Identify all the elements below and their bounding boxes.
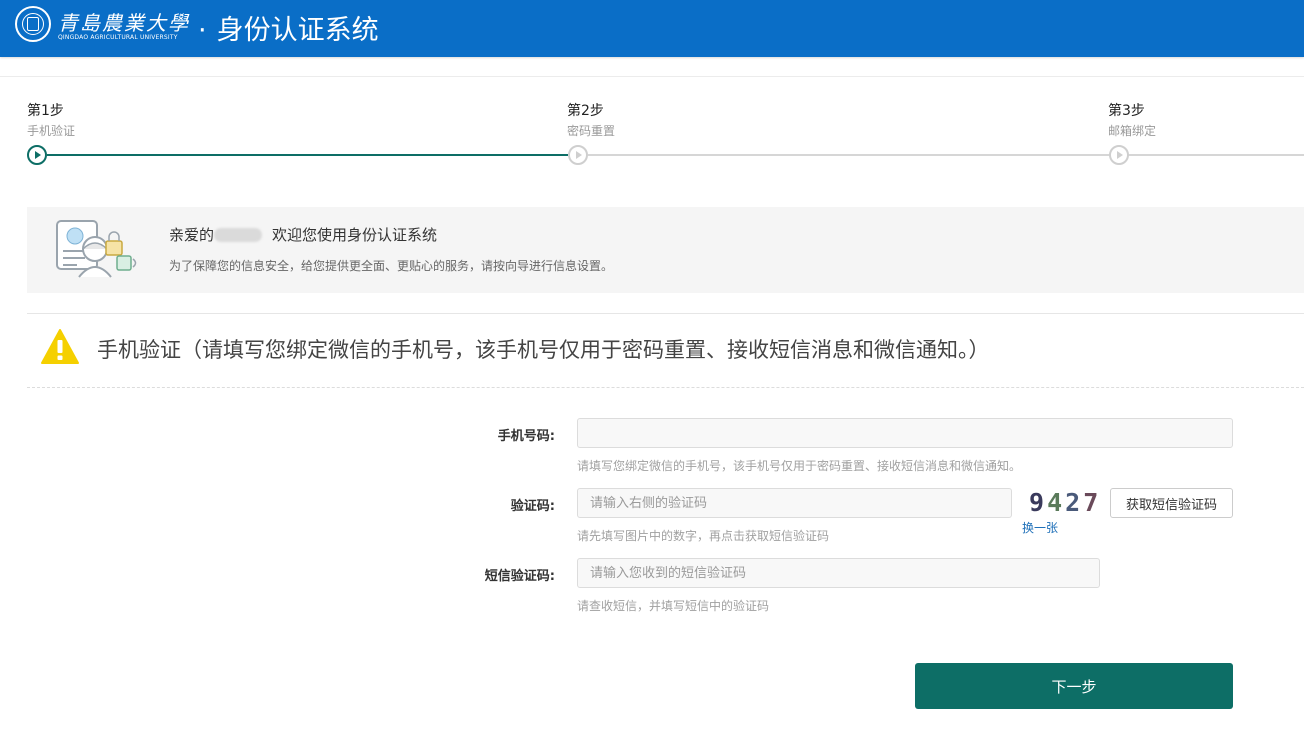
welcome-title: 亲爱的 欢迎您使用身份认证系统 [169, 224, 437, 245]
step-3: 第3步 邮箱绑定 [1108, 100, 1156, 139]
top-header: 青島農業大學 QINGDAO AGRICULTURAL UNIVERSITY ·… [0, 0, 1304, 57]
university-name-cn: 青島農業大學 [58, 11, 190, 35]
step-2: 第2步 密码重置 [567, 100, 615, 139]
sms-code-hint: 请查收短信，并填写短信中的验证码 [577, 599, 770, 613]
notice-title: 手机验证（请填写您绑定微信的手机号，该手机号仅用于密码重置、接收短信消息和微信通… [97, 338, 990, 362]
title-separator: · [198, 15, 207, 46]
university-name-en: QINGDAO AGRICULTURAL UNIVERSITY [58, 34, 178, 41]
captcha-digit: 2 [1065, 488, 1084, 517]
phone-input[interactable] [577, 418, 1233, 448]
captcha-digit: 4 [1047, 488, 1066, 517]
phone-label: 手机号码: [497, 429, 555, 444]
step-3-title: 第3步 [1108, 103, 1145, 119]
captcha-input[interactable] [577, 488, 1012, 518]
step-2-marker-icon [568, 145, 588, 165]
step-2-title: 第2步 [567, 103, 604, 119]
redacted-username [214, 228, 263, 242]
user-info-illustration-icon [56, 220, 137, 278]
greeting-suffix: 欢迎您使用身份认证系统 [272, 226, 438, 244]
welcome-description: 为了保障您的信息安全，给您提供更全面、更贴心的服务，请按向导进行信息设置。 [169, 259, 614, 273]
step-1-subtitle: 手机验证 [27, 124, 76, 138]
sms-code-label: 短信验证码: [484, 569, 555, 584]
step-1: 第1步 手机验证 [27, 100, 75, 139]
step-1-marker-icon [27, 145, 47, 165]
step-3-marker-icon [1109, 145, 1129, 165]
header-divider [0, 76, 1304, 77]
welcome-panel: 亲爱的 欢迎您使用身份认证系统 为了保障您的信息安全，给您提供更全面、更贴心的服务… [27, 207, 1304, 293]
captcha-digit: 7 [1083, 488, 1102, 517]
refresh-captcha-link[interactable]: 换一张 [1022, 519, 1058, 536]
next-step-button[interactable]: 下一步 [915, 663, 1233, 709]
captcha-digit: 9 [1029, 488, 1048, 517]
captcha-image[interactable]: 9427 [1029, 488, 1101, 518]
sms-code-input[interactable] [577, 558, 1100, 588]
system-title: · 身份认证系统 [198, 8, 379, 47]
captcha-hint: 请先填写图片中的数字，再点击获取短信验证码 [577, 529, 830, 543]
warning-icon [41, 329, 79, 364]
phone-hint: 请填写您绑定微信的手机号，该手机号仅用于密码重置、接收短信消息和微信通知。 [577, 459, 1022, 473]
step-3-subtitle: 邮箱绑定 [1108, 124, 1157, 138]
greeting-prefix: 亲爱的 [169, 226, 215, 244]
notice-divider-bottom [27, 387, 1304, 388]
get-sms-code-button[interactable]: 获取短信验证码 [1110, 488, 1233, 518]
university-emblem-icon [15, 6, 51, 42]
progress-track-active [47, 154, 568, 156]
system-title-text: 身份认证系统 [216, 15, 379, 46]
notice-divider-top [27, 313, 1304, 314]
step-2-subtitle: 密码重置 [567, 124, 616, 138]
step-1-title: 第1步 [27, 103, 64, 119]
captcha-label: 验证码: [510, 499, 555, 514]
progress-track-pending [588, 154, 1304, 156]
